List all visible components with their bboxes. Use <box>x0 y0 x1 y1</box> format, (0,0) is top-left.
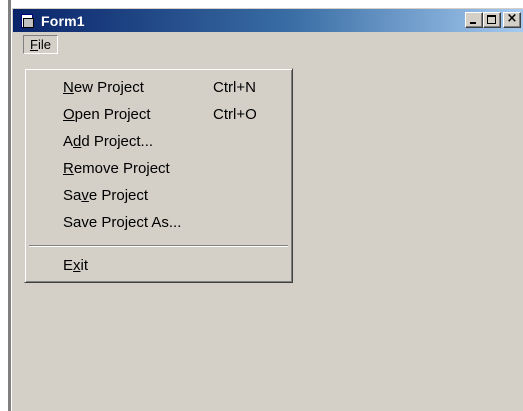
maximize-button[interactable] <box>483 12 501 28</box>
menu-item-save-project-as[interactable]: Save Project As... <box>25 209 292 236</box>
menu-item-label: Exit <box>63 257 89 274</box>
file-dropdown-menu: New Project Ctrl+N Open Project Ctrl+O A… <box>24 68 293 283</box>
menu-item-label: New Project <box>63 79 144 96</box>
menu-separator <box>29 245 288 247</box>
close-button[interactable]: × <box>503 11 521 28</box>
close-icon: × <box>506 11 518 26</box>
menu-item-label: Open Project <box>63 106 151 123</box>
menu-bar: File <box>13 34 523 54</box>
form-app-icon[interactable] <box>19 13 35 29</box>
window-title: Form1 <box>41 12 85 29</box>
menu-item-add-project[interactable]: Add Project... <box>25 128 292 155</box>
menu-file[interactable]: File <box>23 34 58 54</box>
left-edge-strip <box>0 0 11 411</box>
menu-item-label: Save Project As... <box>63 214 182 231</box>
menu-item-label: Save Project <box>63 187 149 204</box>
minimize-icon <box>470 22 476 24</box>
caption-buttons: × <box>465 11 521 28</box>
maximize-icon <box>487 15 496 24</box>
menu-item-save-project[interactable]: Save Project <box>25 182 292 209</box>
menu-item-label: Remove Project <box>63 160 170 177</box>
menu-item-shortcut: Ctrl+O <box>213 106 257 123</box>
menu-item-shortcut: Ctrl+N <box>213 79 256 96</box>
menu-item-new-project[interactable]: New Project Ctrl+N <box>25 74 292 101</box>
menu-item-open-project[interactable]: Open Project Ctrl+O <box>25 101 292 128</box>
title-bar[interactable]: Form1 × <box>13 9 523 32</box>
menu-item-remove-project[interactable]: Remove Project <box>25 155 292 182</box>
file-mnemonic: F <box>30 36 38 52</box>
file-label-rest: ile <box>37 36 51 52</box>
minimize-button[interactable] <box>465 12 483 28</box>
window-shape <box>23 17 34 28</box>
menu-item-exit[interactable]: Exit <box>25 252 292 279</box>
menu-item-label: Add Project... <box>63 133 154 150</box>
